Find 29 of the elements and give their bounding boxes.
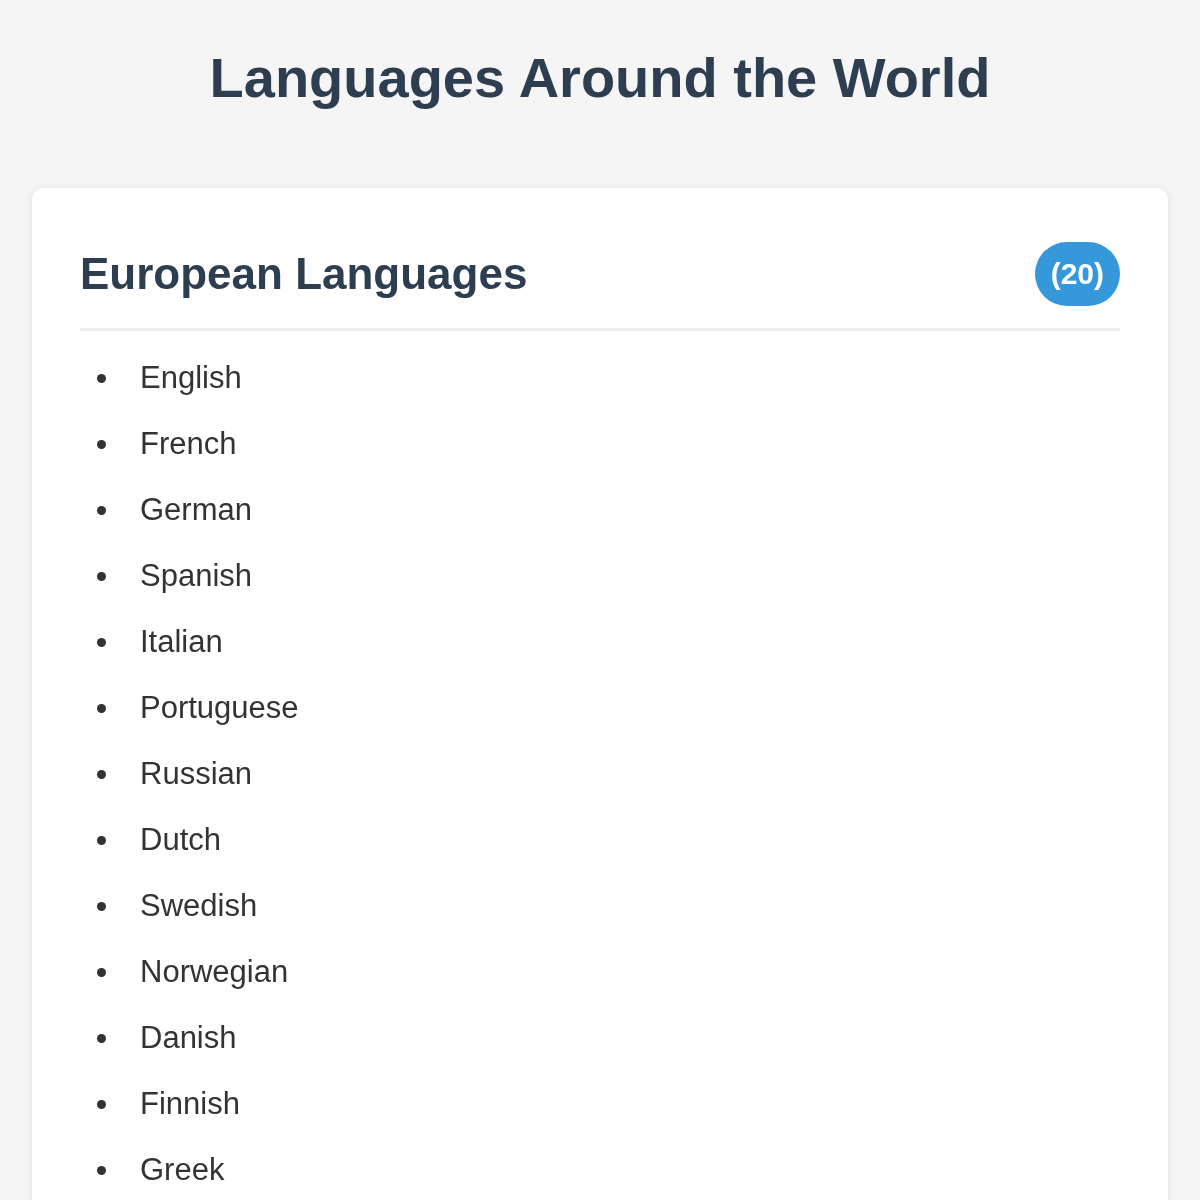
bullet-icon [97,703,106,713]
bullet-icon [97,967,106,977]
bullet-icon [97,1099,106,1109]
bullet-icon [97,1165,106,1175]
language-item: Italian [140,623,223,661]
bullet-icon [97,835,106,845]
language-item: Russian [140,755,252,793]
bullet-icon [97,1033,106,1043]
bullet-icon [97,505,106,515]
language-item: Greek [140,1151,225,1189]
language-item: English [140,359,242,397]
language-item: German [140,491,252,529]
bullet-icon [97,571,106,581]
bullet-icon [97,769,106,779]
section-title: European Languages [80,248,528,300]
bullet-icon [97,373,106,383]
language-item: Danish [140,1019,237,1057]
language-item: Norwegian [140,953,289,991]
language-item: Swedish [140,887,258,925]
count-badge: (20) [1034,242,1120,306]
page-title: Languages Around the World [209,45,991,111]
bullet-icon [97,439,106,449]
language-item: Dutch [140,821,221,859]
language-item: Finnish [140,1085,240,1123]
language-item: Portuguese [140,689,299,727]
language-item: French [140,425,237,463]
bullet-icon [97,901,106,911]
bullet-icon [97,637,106,647]
language-item: Spanish [140,557,253,595]
